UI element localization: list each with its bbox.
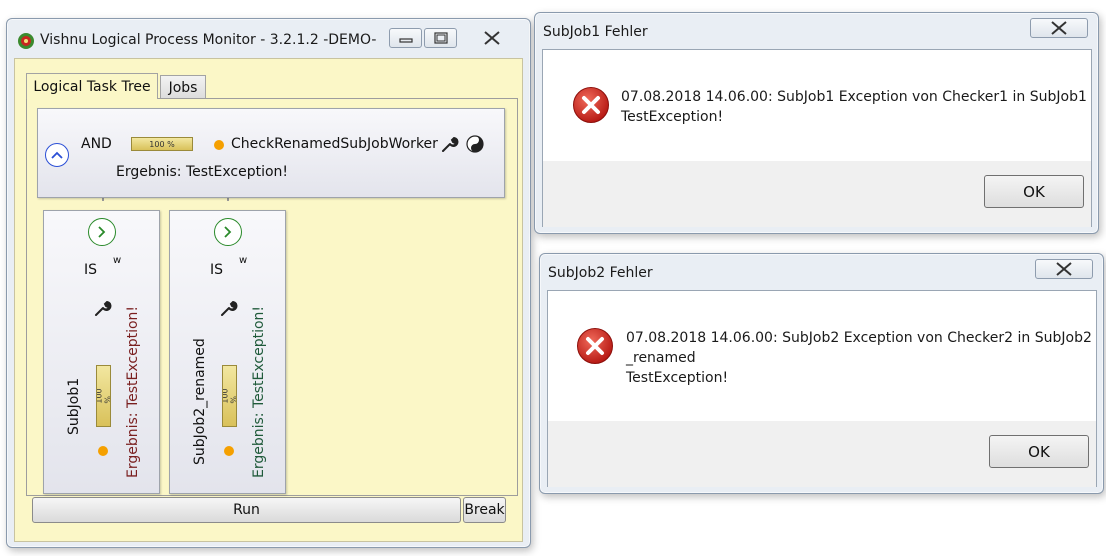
break-button[interactable]: Break: [463, 497, 506, 523]
message-line: TestException!: [626, 370, 729, 386]
child-progress-bar: 100 %: [222, 365, 237, 427]
tab-jobs[interactable]: Jobs: [160, 75, 206, 99]
dialog-title: SubJob2 Fehler: [548, 265, 653, 281]
child-progress-bar: 100 %: [96, 365, 111, 427]
chevron-right-icon: [98, 226, 106, 238]
root-node-result: Ergebnis: TestException!: [116, 164, 289, 180]
close-button[interactable]: [459, 28, 524, 48]
collapse-button[interactable]: [45, 143, 69, 167]
dialog-close-button[interactable]: [1030, 18, 1088, 38]
child-node-subjob2: IS w SubJob2_renamed 100 % Ergebnis: Tes…: [169, 210, 286, 494]
message-line: 07.08.2018 14.06.00: SubJob1 Exception v…: [621, 89, 1087, 105]
node-marker: w: [113, 255, 122, 266]
operator-label: AND: [81, 136, 112, 152]
child-progress-label: 100 %: [222, 388, 236, 404]
dialog-footer: OK: [548, 421, 1096, 487]
maximize-button[interactable]: [424, 28, 457, 48]
wrench-icon[interactable]: [94, 299, 112, 317]
root-node-name: CheckRenamedSubJobWorker: [231, 136, 438, 152]
task-tree-panel: AND 100 % CheckRenamedSubJobWorker Ergeb…: [26, 98, 518, 496]
wrench-icon[interactable]: [441, 135, 459, 153]
chevron-right-icon: [224, 226, 232, 238]
status-indicator: [98, 446, 108, 456]
expand-button[interactable]: [88, 218, 116, 246]
dialog-footer: OK: [543, 161, 1091, 227]
chevron-up-icon: [51, 151, 63, 159]
close-icon: [1051, 21, 1067, 35]
dialog-close-button[interactable]: [1035, 259, 1093, 279]
app-icon: [17, 32, 35, 50]
root-progress-label: 100 %: [149, 139, 175, 149]
dialog-message: 07.08.2018 14.06.00: SubJob2 Exception v…: [626, 328, 1092, 388]
status-indicator: [224, 446, 234, 456]
run-button[interactable]: Run: [32, 497, 461, 523]
child-node-result: Ergebnis: TestException!: [251, 305, 267, 478]
minimize-icon: [398, 38, 413, 43]
child-node-name: SubJob2_renamed: [192, 338, 208, 465]
ok-button[interactable]: OK: [984, 175, 1084, 208]
node-type-label: IS: [210, 262, 224, 278]
error-dialog-subjob2: SubJob2 Fehler 07.08.2018 14.06.00: SubJ…: [539, 253, 1104, 494]
dialog-title: SubJob1 Fehler: [543, 24, 648, 40]
close-icon: [1056, 262, 1072, 276]
root-node: AND 100 % CheckRenamedSubJobWorker Ergeb…: [37, 108, 505, 198]
message-line: TestException!: [621, 109, 724, 125]
window-title: Vishnu Logical Process Monitor - 3.2.1.2…: [40, 32, 377, 48]
error-dialog-subjob1: SubJob1 Fehler 07.08.2018 14.06.00: SubJ…: [534, 12, 1099, 234]
close-icon: [483, 31, 500, 45]
child-progress-label: 100 %: [96, 388, 110, 404]
status-indicator: [214, 140, 224, 150]
error-icon: [572, 86, 610, 124]
dialog-message: 07.08.2018 14.06.00: SubJob1 Exception v…: [621, 87, 1087, 127]
node-marker: w: [239, 255, 248, 266]
child-node-name: SubJob1: [66, 377, 82, 435]
child-node-subjob1: IS w SubJob1 100 % Ergebnis: TestExcepti…: [43, 210, 160, 494]
maximize-icon: [433, 32, 448, 44]
error-icon: [576, 327, 614, 365]
child-node-result: Ergebnis: TestException!: [125, 305, 141, 478]
node-type-label: IS: [84, 262, 98, 278]
message-line: 07.08.2018 14.06.00: SubJob2 Exception v…: [626, 330, 1092, 346]
message-line: _renamed: [626, 350, 696, 366]
minimize-button[interactable]: [389, 28, 422, 48]
expand-button[interactable]: [214, 218, 242, 246]
dialog-body: 07.08.2018 14.06.00: SubJob1 Exception v…: [542, 49, 1092, 227]
main-window: Vishnu Logical Process Monitor - 3.2.1.2…: [6, 18, 531, 548]
ok-button[interactable]: OK: [989, 435, 1089, 468]
root-progress-bar: 100 %: [131, 137, 193, 151]
dialog-body: 07.08.2018 14.06.00: SubJob2 Exception v…: [547, 290, 1097, 487]
yin-yang-icon[interactable]: [466, 135, 484, 153]
tab-logical-task-tree[interactable]: Logical Task Tree: [26, 73, 158, 99]
wrench-icon[interactable]: [220, 299, 238, 317]
